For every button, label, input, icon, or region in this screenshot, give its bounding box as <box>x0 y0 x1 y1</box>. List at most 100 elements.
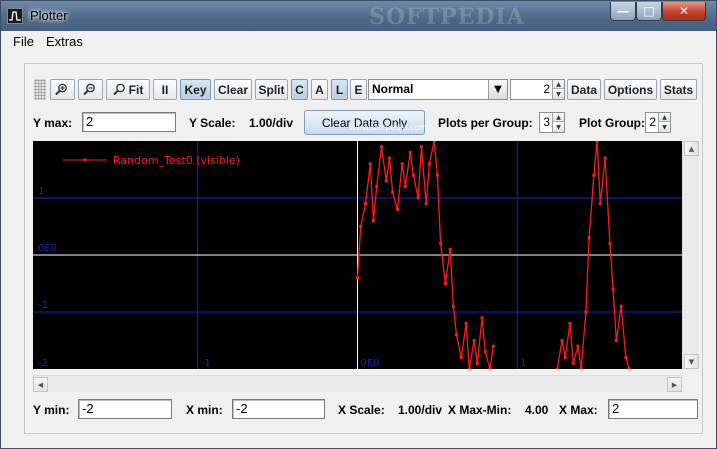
x-max-min-value: 4.00 <box>525 403 549 417</box>
spinner-down-icon[interactable]: ▼ <box>553 123 564 132</box>
menu-extras[interactable]: Extras <box>46 34 83 49</box>
zoom-fit-icon <box>112 83 125 96</box>
data-point <box>368 162 372 166</box>
x-scale-label: X Scale: <box>338 403 385 417</box>
title-bar[interactable]: Plotter SOFTPEDIA — □ ✕ <box>1 1 716 31</box>
plot-group-buttons: ▲ ▼ <box>658 113 670 132</box>
data-point <box>472 339 476 342</box>
data-point <box>627 367 631 369</box>
spinner-down-icon[interactable]: ▼ <box>553 90 564 99</box>
plots-per-group-spinner[interactable]: 3 ▲ ▼ <box>539 112 565 133</box>
l-toggle-button[interactable]: L <box>331 79 348 100</box>
pause-icon: II <box>161 82 169 97</box>
y-tick-label: -2 <box>38 358 48 369</box>
vertical-scrollbar[interactable]: ▲ ▼ <box>682 141 699 369</box>
menu-bar: File Extras <box>1 31 716 53</box>
close-button[interactable]: ✕ <box>662 2 706 21</box>
scroll-right-icon[interactable]: ▶ <box>667 377 682 392</box>
plots-per-group-buttons: ▲ ▼ <box>552 113 564 132</box>
options-button[interactable]: Options <box>604 79 657 100</box>
clear-button[interactable]: Clear <box>214 79 252 100</box>
x-max-label: X Max: <box>559 403 598 417</box>
spinner-up-icon[interactable]: ▲ <box>659 113 670 122</box>
data-point <box>427 162 431 166</box>
data-point <box>400 162 404 166</box>
data-point <box>603 156 607 160</box>
chevron-down-icon[interactable]: ▼ <box>488 80 507 99</box>
x-max-field[interactable]: 2 <box>608 399 698 419</box>
data-point <box>391 190 395 194</box>
y-max-field[interactable]: 2 <box>82 112 176 132</box>
x-tick-label: 1 <box>520 358 526 369</box>
e-toggle-button[interactable]: E <box>350 79 367 100</box>
c-toggle-button[interactable]: C <box>291 79 308 100</box>
data-point <box>483 350 487 354</box>
plot-canvas[interactable]: 1 0E0 -1 -2 -1 0E0 1 Random_Test0 (visible) <box>33 141 682 369</box>
scroll-left-icon[interactable]: ◀ <box>33 377 48 392</box>
data-point <box>443 282 447 285</box>
data-point <box>555 367 559 369</box>
zoom-in-icon <box>54 83 67 96</box>
zoom-out-button[interactable] <box>78 79 103 100</box>
menu-file[interactable]: File <box>13 34 34 49</box>
spinner-up-icon[interactable]: ▲ <box>553 80 564 89</box>
app-icon <box>7 8 23 24</box>
data-point <box>608 242 612 246</box>
data-point <box>576 344 580 348</box>
close-icon: ✕ <box>678 4 690 18</box>
data-point <box>387 156 391 160</box>
legend-label: Random_Test0 (visible) <box>113 154 240 167</box>
data-point <box>480 316 484 320</box>
scroll-up-icon[interactable]: ▲ <box>684 141 699 156</box>
y-min-field[interactable]: -2 <box>78 399 172 419</box>
split-button[interactable]: Split <box>255 79 288 100</box>
key-button[interactable]: Key <box>180 79 211 100</box>
y-tick-label: -1 <box>38 300 48 311</box>
data-point <box>408 150 412 154</box>
data-point <box>619 304 623 308</box>
spinner-down-icon[interactable]: ▼ <box>659 123 670 132</box>
scroll-down-icon[interactable]: ▼ <box>684 354 699 369</box>
y-max-label: Y max: <box>33 116 73 130</box>
plot-area[interactable]: 1 0E0 -1 -2 -1 0E0 1 Random_Test0 (visible) <box>33 141 682 369</box>
x-max-min-label: X Max-Min: <box>448 403 512 417</box>
maximize-button[interactable]: □ <box>636 2 662 21</box>
pause-button[interactable]: II <box>153 79 177 100</box>
data-point <box>592 173 596 177</box>
minimize-button[interactable]: — <box>610 2 636 21</box>
data-point <box>395 207 399 211</box>
stats-button[interactable]: Stats <box>660 79 697 100</box>
plot-group-label: Plot Group: <box>579 116 645 130</box>
data-point <box>379 145 383 149</box>
toolbar-spinner[interactable]: 2 ▲ ▼ <box>510 79 565 100</box>
maximize-icon: □ <box>643 4 655 18</box>
x-min-field[interactable]: -2 <box>232 399 325 419</box>
data-point <box>614 339 618 342</box>
mode-selected: Normal <box>372 82 414 96</box>
legend-marker <box>83 158 87 162</box>
data-button[interactable]: Data <box>567 79 601 100</box>
zoom-in-button[interactable] <box>50 79 75 100</box>
x-scale-value: 1.00/div <box>398 403 443 417</box>
data-point <box>455 333 459 337</box>
mode-dropdown[interactable]: Normal ▼ <box>368 79 508 100</box>
x-tick-label: 0E0 <box>361 358 380 369</box>
x-tick-label: -1 <box>201 358 211 369</box>
data-point <box>624 356 628 360</box>
spinner-up-icon[interactable]: ▲ <box>553 113 564 122</box>
data-point <box>563 356 567 360</box>
data-point <box>403 185 407 189</box>
data-point <box>384 179 388 183</box>
data-point <box>363 202 367 206</box>
toolbar-grip[interactable] <box>34 79 46 100</box>
data-point <box>491 344 495 348</box>
data-point <box>568 321 572 325</box>
horizontal-scrollbar[interactable]: ◀ ▶ <box>33 375 682 392</box>
data-point <box>375 185 379 189</box>
zoom-fit-button[interactable]: Fit <box>106 79 150 100</box>
plot-group-spinner[interactable]: 2 ▲ ▼ <box>645 112 671 133</box>
a-toggle-button[interactable]: A <box>311 79 328 100</box>
data-point <box>435 173 439 177</box>
data-point <box>598 202 602 206</box>
data-point <box>356 276 359 280</box>
